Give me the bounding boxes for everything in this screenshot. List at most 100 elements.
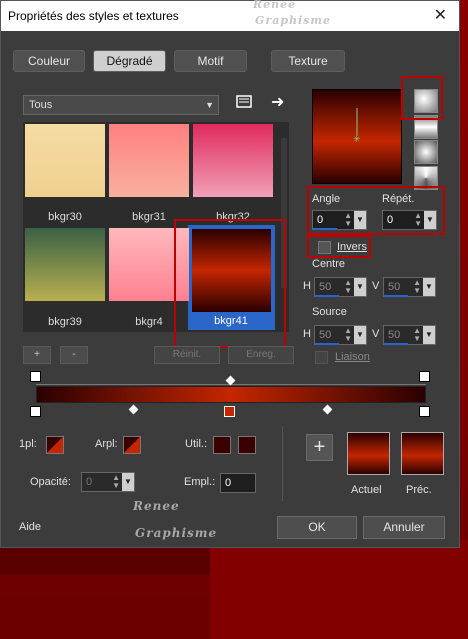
previous-gradient-preview[interactable]: [401, 432, 444, 475]
repeat-value: 0: [387, 214, 394, 226]
repeat-label: Répét.: [382, 193, 415, 205]
bottom-left-stop-handle[interactable]: [30, 406, 41, 417]
spin-arrows-icon[interactable]: ▲ ▼: [112, 474, 120, 490]
first-plan-color-button[interactable]: [46, 436, 64, 454]
location-input[interactable]: 0: [220, 473, 256, 493]
reset-button[interactable]: Réinit.: [154, 346, 220, 364]
editor-separator: [282, 426, 283, 501]
swatch-bkgr30[interactable]: [25, 124, 105, 197]
first-plan-label: 1pl:: [19, 438, 37, 450]
invert-label: Invers: [337, 241, 367, 253]
add-swatch-button[interactable]: +: [23, 346, 51, 364]
category-value: Tous: [29, 99, 53, 111]
opacity-label: Opacité:: [30, 476, 71, 488]
chevron-down-icon[interactable]: ▼: [354, 211, 366, 229]
bottom-midpoint-right-handle[interactable]: [322, 404, 333, 415]
center-v-input[interactable]: 50 ▲ ▼ ▼: [383, 277, 436, 297]
gradient-editor-bar[interactable]: [36, 386, 426, 403]
user-color-swatch-2[interactable]: [238, 436, 256, 454]
source-v-value: 50: [388, 329, 401, 341]
top-left-stop-handle[interactable]: [30, 371, 41, 382]
spin-arrows-icon[interactable]: ▲ ▼: [413, 279, 421, 295]
spin-arrows-icon[interactable]: ▲ ▼: [344, 212, 352, 228]
user-color-label: Util.:: [185, 438, 207, 450]
bottom-right-stop-handle[interactable]: [419, 406, 430, 417]
svg-text:✳: ✳: [353, 135, 361, 145]
tab-motif[interactable]: Motif: [174, 50, 247, 72]
save-swatch-button[interactable]: Enreg.: [228, 346, 294, 364]
chevron-down-icon[interactable]: ▼: [354, 278, 366, 296]
source-h-underline: [315, 343, 339, 345]
source-h-input[interactable]: 50 ▲ ▼ ▼: [314, 325, 367, 345]
category-dropdown[interactable]: Tous ▼: [23, 95, 219, 115]
center-h-input[interactable]: 50 ▲ ▼ ▼: [314, 277, 367, 297]
arrow-right-icon[interactable]: ➜: [271, 92, 284, 112]
spin-arrows-icon[interactable]: ▲ ▼: [344, 279, 352, 295]
swatch-bkgr39[interactable]: [25, 228, 105, 301]
cancel-button[interactable]: Annuler: [363, 516, 445, 539]
angle-underline: [313, 228, 337, 230]
help-link[interactable]: Aide: [19, 521, 41, 533]
location-label: Empl.:: [184, 476, 216, 488]
radial-style-button[interactable]: [414, 140, 438, 164]
repeat-input[interactable]: 0 ▲ ▼ ▼: [382, 210, 437, 230]
center-h-underline: [315, 295, 339, 297]
chevron-down-icon[interactable]: ▼: [423, 278, 435, 296]
title-bar: Propriétés des styles et textures ✕: [1, 1, 459, 31]
source-h-label: H: [303, 328, 311, 340]
link-checkbox[interactable]: [315, 351, 328, 364]
chevron-down-icon[interactable]: ▼: [122, 473, 134, 491]
bottom-middle-stop-handle[interactable]: [224, 406, 235, 417]
current-gradient-preview[interactable]: [347, 432, 390, 475]
close-icon[interactable]: ✕: [434, 5, 447, 25]
angle-input[interactable]: 0 ▲ ▼ ▼: [312, 210, 367, 230]
remove-swatch-button[interactable]: -: [60, 346, 88, 364]
angle-label: Angle: [312, 193, 341, 205]
spin-arrows-icon[interactable]: ▲ ▼: [344, 327, 352, 343]
watermark-text-top-2: Graphisme: [255, 14, 332, 27]
tab-couleur[interactable]: Couleur: [13, 50, 85, 72]
watermark-text-bottom: Renee: [133, 499, 180, 513]
invert-checkbox[interactable]: [318, 241, 331, 254]
source-h-value: 50: [319, 329, 332, 341]
gradient-preview[interactable]: ✳: [312, 89, 402, 184]
spin-arrows-icon[interactable]: ▲ ▼: [413, 327, 421, 343]
source-label: Source: [312, 306, 347, 318]
watermark-text-top: Renee: [253, 0, 297, 11]
center-label: Centre: [312, 258, 346, 270]
tab-degrade[interactable]: Dégradé: [93, 50, 166, 72]
window-title: Propriétés des styles et textures: [8, 9, 179, 23]
back-plan-label: Arpl:: [95, 438, 118, 450]
ok-button[interactable]: OK: [277, 516, 357, 539]
opacity-input[interactable]: 0 ▲ ▼ ▼: [81, 472, 135, 492]
bottom-midpoint-left-handle[interactable]: [128, 404, 139, 415]
center-v-underline: [384, 295, 408, 297]
desktop-strip-right: [210, 540, 468, 639]
opacity-value: 0: [86, 476, 93, 488]
center-v-value: 50: [388, 281, 401, 293]
chevron-down-icon[interactable]: ▼: [424, 211, 436, 229]
center-h-label: H: [303, 280, 311, 292]
chevron-down-icon[interactable]: ▼: [423, 326, 435, 344]
previous-label: Préc.: [406, 484, 432, 496]
annotation-highlight-style: [401, 76, 443, 120]
current-label: Actuel: [351, 484, 382, 496]
angle-value: 0: [317, 214, 324, 226]
tab-texture[interactable]: Texture: [271, 50, 345, 72]
annotation-highlight-swatch: [174, 219, 286, 348]
top-right-stop-handle[interactable]: [419, 371, 430, 382]
back-plan-color-button[interactable]: [123, 436, 141, 454]
user-color-swatch[interactable]: [213, 436, 231, 454]
center-h-value: 50: [319, 281, 332, 293]
folder-icon[interactable]: [236, 94, 252, 112]
chevron-down-icon[interactable]: ▼: [354, 326, 366, 344]
add-stop-button[interactable]: +: [306, 434, 333, 461]
watermark-text-bottom-2: Graphisme: [135, 526, 218, 540]
center-v-label: V: [372, 280, 380, 292]
swatch-label: bkgr39: [48, 316, 82, 328]
swatch-bkgr31[interactable]: [109, 124, 189, 197]
spin-arrows-icon[interactable]: ▲ ▼: [414, 212, 422, 228]
source-v-input[interactable]: 50 ▲ ▼ ▼: [383, 325, 436, 345]
swatch-bkgr32[interactable]: [193, 124, 273, 197]
swatch-label: bkgr30: [48, 211, 82, 223]
